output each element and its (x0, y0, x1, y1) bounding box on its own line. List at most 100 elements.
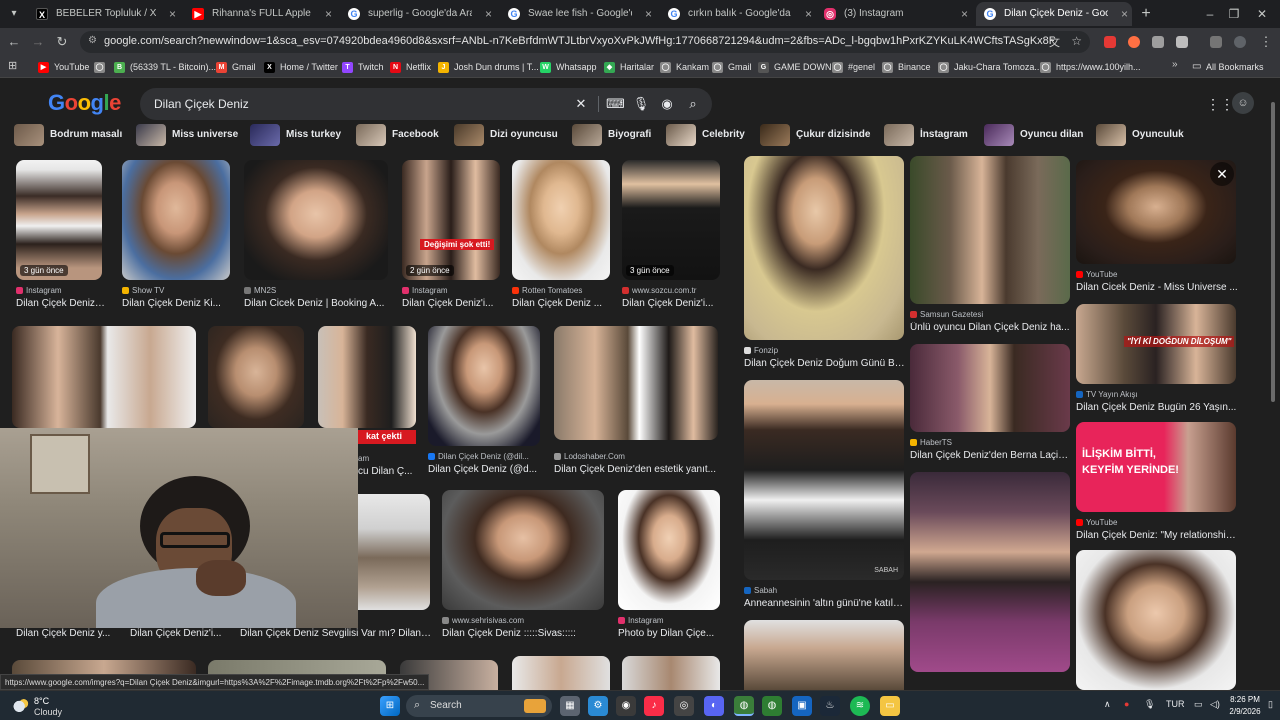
bookmark-josh-dun[interactable]: J Josh Dun drums | T... (438, 59, 539, 75)
menu-dots-icon[interactable]: ⋮ (1256, 32, 1276, 52)
windows-start-icon[interactable]: ⊞ (380, 696, 400, 716)
settings-icon[interactable]: ⚙ (588, 696, 608, 716)
result-title[interactable]: Dilan Çiçek Deniz'i... (16, 298, 106, 309)
panel-result[interactable] (744, 620, 906, 690)
chip-dizi-oyuncusu[interactable]: Dizi oyuncusu (450, 124, 558, 146)
image-result[interactable]: Lodoshaber.Com Dilan Çiçek Deniz'den est… (554, 326, 720, 476)
chip-facebook[interactable]: Facebook (352, 124, 439, 146)
result-title[interactable]: Ünlü oyuncu Dilan Çiçek Deniz ha... (910, 322, 1072, 333)
image-result[interactable] (12, 326, 198, 428)
tab-x[interactable]: X BEBELER Topluluk / X × (28, 2, 180, 26)
app-icon[interactable]: ◎ (674, 696, 694, 716)
image-result[interactable]: kat çekti am cu Dilan Ç... (358, 430, 418, 477)
result-title[interactable]: Dilan Cicek Deniz - Miss Universe ... (1076, 282, 1238, 293)
chip-miss-universe[interactable]: Miss universe (132, 124, 238, 146)
bookmark-star-icon[interactable]: ☆ (1071, 34, 1082, 48)
weather-widget[interactable]: 8°C Cloudy (10, 694, 90, 718)
search-icon[interactable]: ⌕ (684, 95, 702, 113)
result-title[interactable]: Anneannesinin 'altın günü'ne katıld... (744, 598, 906, 609)
extensions-puzzle-icon[interactable] (1176, 36, 1188, 48)
image-result[interactable]: www.sehrisivas.com Dilan Çiçek Deniz :::… (442, 490, 606, 642)
spotify-icon[interactable]: ≋ (850, 696, 870, 716)
chevron-right-icon[interactable]: » (1172, 59, 1178, 70)
bookmark-twitch[interactable]: T Twitch (342, 59, 384, 75)
tab-instagram[interactable]: ◎ (3) Instagram × (816, 2, 972, 26)
result-title[interactable]: Dilan Çiçek Deniz Doğum Günü Ba... (744, 358, 906, 369)
bookmark-bitcoin-price[interactable]: B (56339 TL - Bitcoin)... (114, 59, 216, 75)
chip-oyuncu-dilan[interactable]: Oyuncu dilan (980, 124, 1083, 146)
bookmark-twitter[interactable]: X Home / Twitter (264, 59, 338, 75)
image-result[interactable]: MN2S Dilan Cicek Deniz | Booking A... (244, 160, 392, 320)
chip-miss-turkey[interactable]: Miss turkey (246, 124, 341, 146)
result-title[interactable]: Dilan Çiçek Deniz: "My relationship... (1076, 530, 1238, 541)
result-title[interactable]: Dilan Çiçek Deniz'i... (622, 298, 722, 309)
tab-superlig[interactable]: G superlig - Google'da Ara × (340, 2, 496, 26)
close-panel-icon[interactable]: ✕ (1210, 162, 1234, 186)
close-icon[interactable]: × (1121, 2, 1128, 26)
google-logo[interactable]: Google (48, 90, 121, 116)
new-tab-button[interactable]: + (1136, 4, 1156, 24)
steam-icon[interactable]: ♨ (820, 696, 840, 716)
minimize-icon[interactable]: – (1198, 4, 1222, 24)
google-apps-icon[interactable]: ⋮⋮ (1206, 96, 1234, 113)
chip-celebrity[interactable]: Celebrity (662, 124, 745, 146)
address-bar[interactable]: ⚙ google.com/search?newwindow=1&sca_esv=… (80, 31, 1090, 53)
bookmark-gmail-2[interactable]: ◯ Gmail (712, 59, 752, 75)
chevron-up-icon[interactable]: ∧ (1104, 699, 1111, 710)
image-result[interactable] (318, 326, 418, 428)
extension-icon[interactable] (1104, 36, 1116, 48)
close-icon[interactable]: × (805, 2, 812, 26)
tab-swae-lee[interactable]: G Swae lee fish - Google'da Ara × (500, 2, 656, 26)
panel-result[interactable] (1076, 550, 1238, 690)
bookmark-game-down[interactable]: G GAME DOWN (758, 59, 832, 75)
chrome-icon[interactable]: ◍ (762, 696, 782, 716)
bookmark-youtube[interactable]: ▶ YouTube (38, 59, 89, 75)
microphone-icon[interactable]: 🎙 (632, 95, 650, 113)
scrollbar-thumb[interactable] (1271, 102, 1275, 402)
result-title[interactable]: cu Dilan Ç... (358, 466, 418, 477)
result-title[interactable]: Dilan Çiçek Deniz Ki... (122, 298, 232, 309)
all-bookmarks[interactable]: ▭ All Bookmarks (1192, 59, 1264, 75)
image-result[interactable] (512, 656, 612, 690)
image-result[interactable]: Show TV Dilan Çiçek Deniz Ki... (122, 160, 232, 320)
close-window-icon[interactable]: ✕ (1250, 4, 1274, 24)
chrome-icon[interactable]: ◍ (734, 696, 754, 716)
close-icon[interactable]: × (485, 2, 492, 26)
network-icon[interactable]: ▭ (1194, 699, 1203, 710)
bookmark-whatsapp[interactable]: W Whatsapp (540, 59, 597, 75)
search-input[interactable]: Dilan Çiçek Deniz ✕ ⌨ 🎙 ◉ ⌕ (140, 88, 712, 120)
result-title[interactable]: Dilan Çiçek Deniz Sevgilisi Var mı? Dila… (240, 628, 432, 639)
image-result[interactable]: Dilan Çiçek Deniz (@dil... Dilan Çiçek D… (428, 326, 542, 476)
result-title[interactable]: Dilan Çiçek Deniz (@d... (428, 464, 542, 475)
microphone-icon[interactable]: 🎙 (1144, 699, 1155, 710)
image-result[interactable] (358, 494, 430, 612)
chip-instagram[interactable]: İnstagram (880, 124, 968, 146)
close-icon[interactable]: × (169, 2, 176, 26)
bookmark-bitcoin[interactable]: ◯ (94, 59, 110, 75)
panel-result[interactable] (910, 472, 1072, 672)
bookmark-jaku-chara[interactable]: ◯ Jaku-Chara Tomoza... (938, 59, 1042, 75)
result-title[interactable]: Dilan Çiçek Deniz :::::Sivas::::: (442, 628, 606, 639)
panel-result[interactable]: HaberTS Dilan Çiçek Deniz'den Berna Laçi… (910, 344, 1072, 468)
panel-result[interactable]: Samsun Gazetesi Ünlü oyuncu Dilan Çiçek … (910, 156, 1072, 342)
app-icon[interactable]: ◉ (616, 696, 636, 716)
image-result[interactable]: 3 gün önce www.sozcu.com.tr Dilan Çiçek … (622, 160, 722, 320)
volume-icon[interactable]: ◁) (1210, 699, 1220, 710)
profile-icon[interactable] (1234, 36, 1246, 48)
restore-icon[interactable]: ❐ (1222, 4, 1246, 24)
result-title[interactable]: Dilan Çiçek Deniz ... (512, 298, 612, 309)
close-icon[interactable]: × (961, 2, 968, 26)
image-result[interactable]: Rotten Tomatoes Dilan Çiçek Deniz ... (512, 160, 612, 320)
panel-result[interactable]: Fonzip Dilan Çiçek Deniz Doğum Günü Ba..… (744, 156, 906, 376)
result-title[interactable]: Dilan Çiçek Deniz'i... (130, 628, 230, 639)
notification-icon[interactable]: ▯ (1268, 699, 1273, 710)
extension-icon[interactable] (1128, 36, 1140, 48)
language-indicator[interactable]: TUR (1166, 699, 1185, 709)
image-result[interactable]: Değişimi şok etti! 2 gün önce Instagram … (402, 160, 502, 320)
media-icon[interactable] (1210, 36, 1222, 48)
result-title[interactable]: Dilan Çiçek Deniz'den estetik yanıt... (554, 464, 720, 475)
chip-cukur-dizisinde[interactable]: Çukur dizisinde (756, 124, 870, 146)
back-icon[interactable]: ← (4, 32, 24, 52)
bookmark-netflix[interactable]: N Netflix (390, 59, 431, 75)
bookmark-binance[interactable]: ◯ Binance (882, 59, 931, 75)
